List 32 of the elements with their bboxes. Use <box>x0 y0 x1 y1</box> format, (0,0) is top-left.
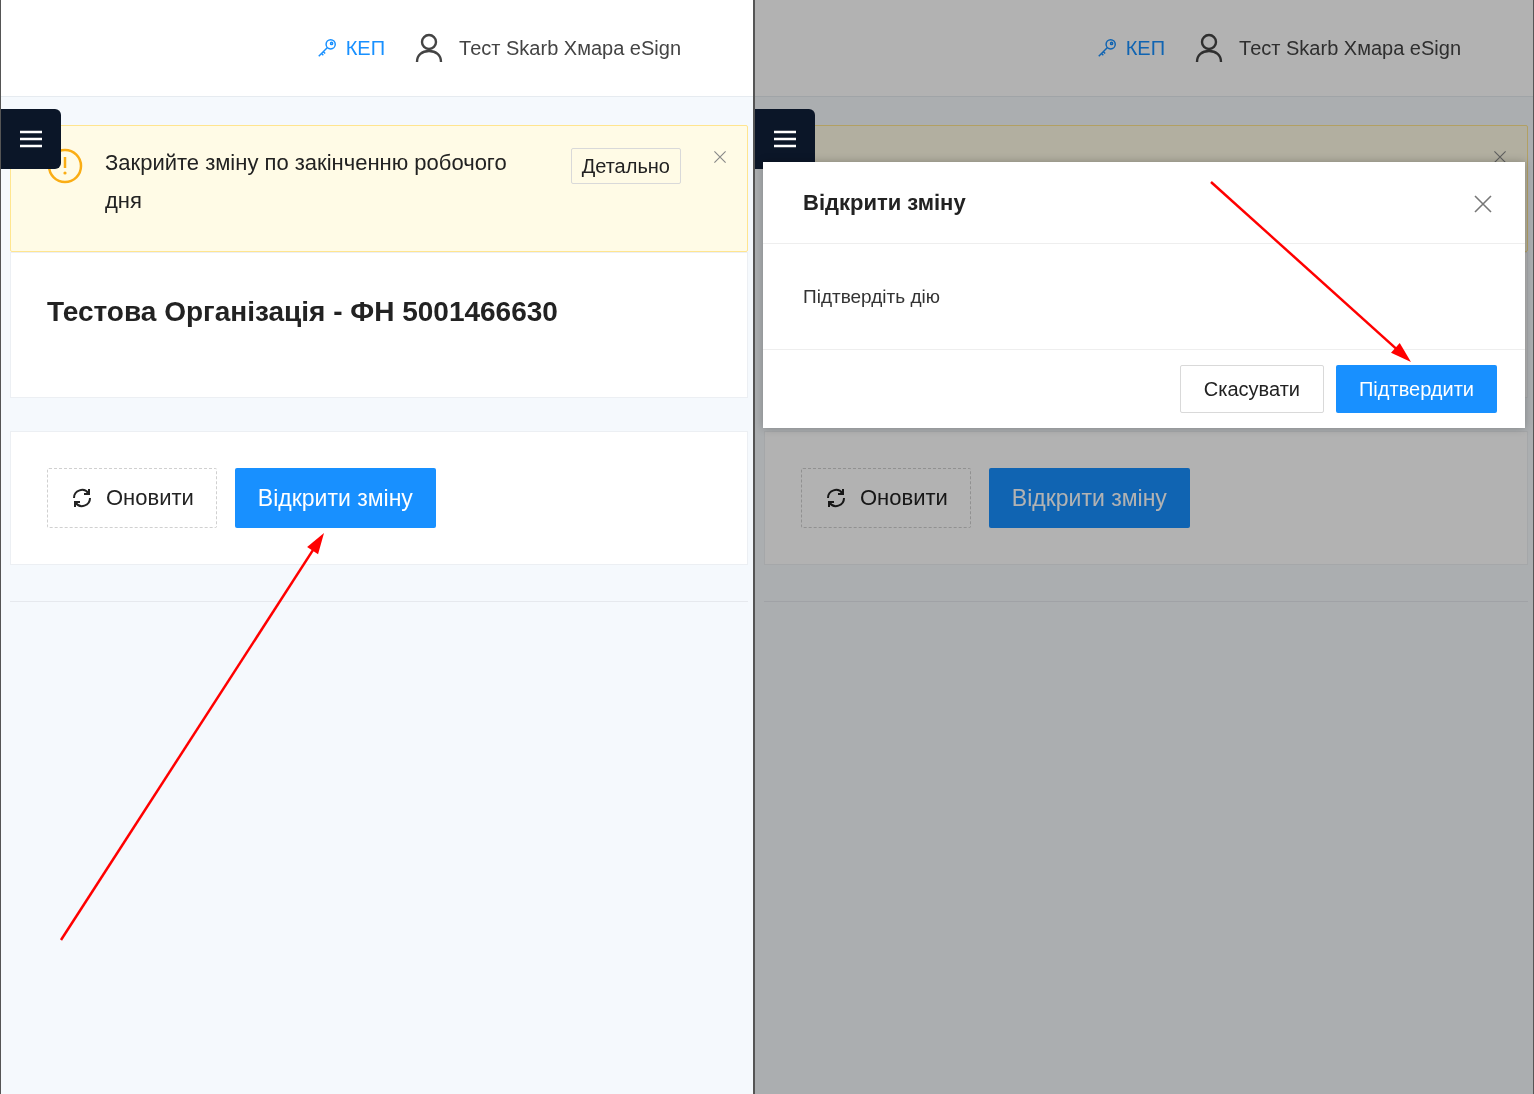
menu-button[interactable] <box>1 109 61 169</box>
open-shift-button[interactable]: Відкрити зміну <box>234 468 436 528</box>
close-icon <box>1473 193 1493 214</box>
refresh-icon <box>824 486 848 510</box>
refresh-button[interactable]: Оновити <box>47 468 217 528</box>
refresh-icon <box>70 486 94 510</box>
alert-message: Закрийте зміну по закінченню робочого дня <box>105 149 508 215</box>
close-icon <box>713 150 727 164</box>
warning-icon <box>47 148 83 184</box>
dialog-close-button[interactable] <box>1473 193 1493 214</box>
confirm-button[interactable]: Підтвердити <box>1336 365 1497 413</box>
menu-icon <box>774 130 796 148</box>
dialog-message: Підтвердіть дію <box>803 285 940 308</box>
key-icon <box>315 37 338 59</box>
dialog-title: Відкрити зміну <box>803 189 966 216</box>
kep-link[interactable]: КЕП <box>315 36 386 60</box>
key-icon <box>1095 37 1118 59</box>
menu-button[interactable] <box>755 109 815 169</box>
alert-close-button[interactable] <box>1493 150 1507 164</box>
kep-link[interactable]: КЕП <box>1095 36 1166 60</box>
refresh-button[interactable]: Оновити <box>801 468 971 528</box>
cancel-button[interactable]: Скасувати <box>1179 365 1324 413</box>
close-icon <box>1493 150 1507 164</box>
menu-icon <box>20 130 42 148</box>
details-button[interactable]: Детально <box>570 148 681 184</box>
user-icon <box>1195 33 1224 63</box>
open-shift-button[interactable]: Відкрити зміну <box>988 468 1190 528</box>
user-icon <box>415 33 444 63</box>
user-name: Тест Skarb Хмара eSign <box>459 36 681 60</box>
alert-close-button[interactable] <box>713 150 727 164</box>
user-name: Тест Skarb Хмара eSign <box>1239 36 1461 60</box>
organization-title: Тестова Організація - ФН 5001466630 <box>46 295 559 329</box>
